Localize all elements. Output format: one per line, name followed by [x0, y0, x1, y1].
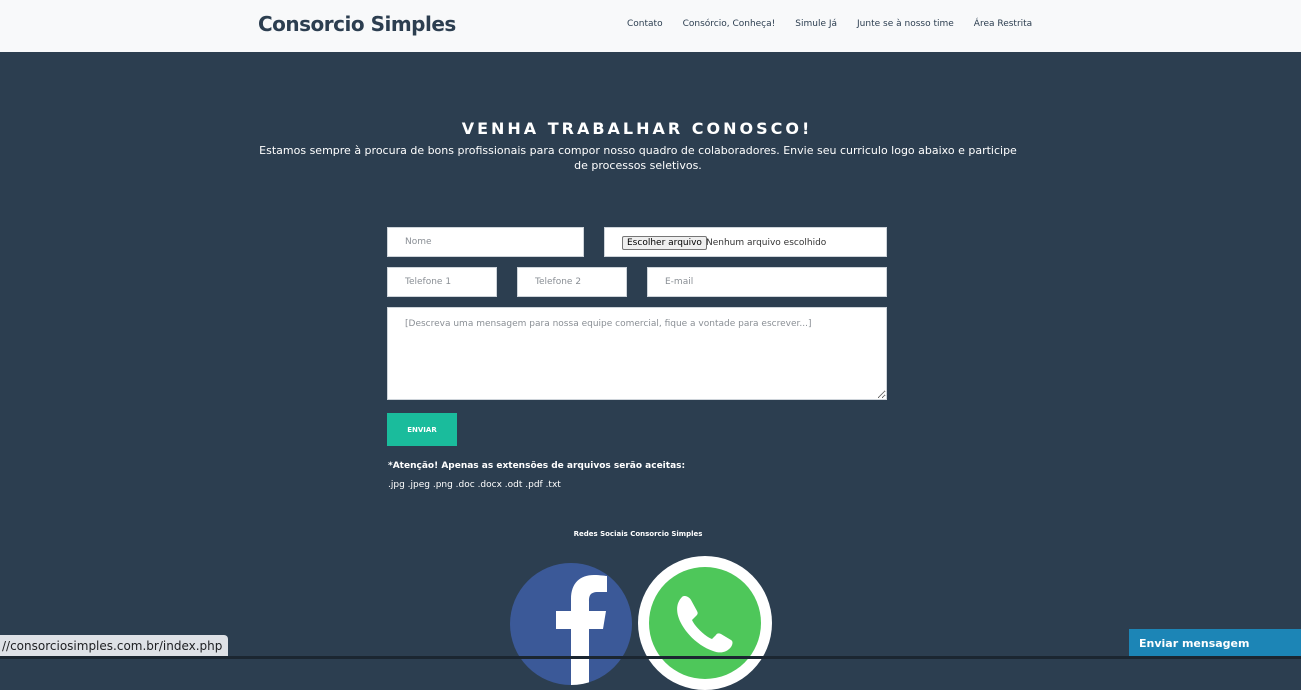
social-title: Redes Sociais Consorcio Simples: [573, 530, 703, 538]
page-intro-text: Estamos sempre à procura de bons profiss…: [259, 144, 1017, 172]
name-input[interactable]: [387, 227, 584, 257]
navbar: Consorcio Simples Contato Consórcio, Con…: [0, 0, 1301, 52]
choose-file-button[interactable]: Escolher arquivo: [622, 236, 707, 250]
file-status-text: Nenhum arquivo escolhido: [706, 238, 827, 248]
browser-status-url: //consorciosimples.com.br/index.php: [0, 635, 229, 657]
page-title: VENHA TRABALHAR CONOSCO!: [461, 119, 813, 138]
allowed-extensions: .jpg .jpeg .png .doc .docx .odt .pdf .tx…: [388, 480, 561, 490]
nav-link-contato[interactable]: Contato: [617, 19, 673, 29]
whatsapp-icon[interactable]: [638, 556, 772, 690]
email-input[interactable]: [647, 267, 887, 297]
facebook-icon[interactable]: [510, 563, 632, 685]
chat-widget-button[interactable]: Enviar mensagem: [1129, 629, 1301, 659]
nav-links: Contato Consórcio, Conheça! Simule Já Ju…: [617, 19, 1042, 29]
file-extension-notice: *Atenção! Apenas as extensões de arquivo…: [388, 461, 686, 471]
brand-logo[interactable]: Consorcio Simples: [258, 12, 456, 36]
nav-link-simule[interactable]: Simule Já: [785, 19, 847, 29]
submit-button[interactable]: ENVIAR: [387, 413, 457, 446]
phone2-input[interactable]: [517, 267, 627, 297]
message-textarea[interactable]: [387, 307, 887, 400]
nav-link-junte-se[interactable]: Junte se à nosso time: [847, 19, 964, 29]
phone1-input[interactable]: [387, 267, 497, 297]
nav-link-area-restrita[interactable]: Área Restrita: [964, 19, 1042, 29]
nav-link-consorcio[interactable]: Consórcio, Conheça!: [673, 19, 786, 29]
file-input[interactable]: Escolher arquivo Nenhum arquivo escolhid…: [604, 227, 887, 257]
